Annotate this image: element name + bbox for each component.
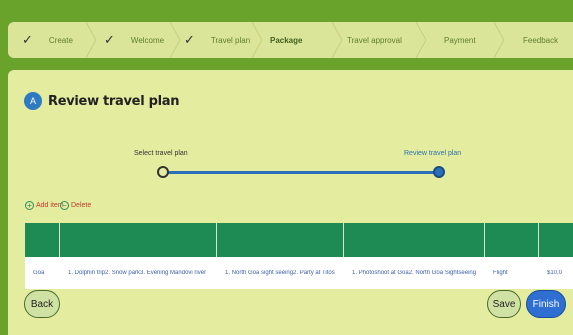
finish-button[interactable]: Finish: [526, 290, 566, 318]
step-separator: [494, 22, 505, 58]
progress-left-label: Select travel plan: [134, 150, 188, 157]
step-label: Feedback: [523, 35, 559, 45]
table-cell: $10,0: [547, 270, 563, 276]
content-panel: A Review travel plan Select travel plan …: [8, 70, 573, 335]
table-cell: 1. Dolphin trip2. Snow park3. Evening Ma…: [68, 270, 207, 276]
table-row[interactable]: Goa 1. Dolphin trip2. Snow park3. Evenin…: [25, 257, 573, 289]
check-icon: ✓: [104, 32, 115, 47]
step-travel-approval[interactable]: Travel approval: [347, 22, 402, 58]
delete-label: Delete: [71, 202, 92, 209]
step-separator: [170, 22, 181, 58]
progress-right-label: Review travel plan: [404, 150, 462, 157]
step-payment[interactable]: Payment: [444, 22, 476, 58]
step-label: Welcome: [130, 35, 165, 45]
table-cell: 1. Photoshoot at Goa2. North Goa Sightse…: [352, 270, 477, 276]
minus-icon: −: [60, 201, 69, 210]
step-separator: [252, 22, 263, 58]
table-cell: 1. North Goa sight seeing2. Party at Tit…: [225, 270, 335, 276]
progress-node-select[interactable]: [157, 166, 169, 178]
add-item-button[interactable]: + Add item: [25, 201, 64, 210]
column-header: [539, 223, 573, 257]
step-create[interactable]: ✓ Create: [22, 22, 73, 58]
step-label: Payment: [444, 35, 476, 45]
step-label: Travel plan: [210, 35, 251, 45]
progress-node-review[interactable]: [433, 166, 445, 178]
step-label: Create: [48, 35, 73, 45]
wizard-steps: ✓ Create ✓ Welcome ✓ Travel plan Package…: [8, 22, 573, 58]
check-icon: ✓: [184, 32, 195, 47]
column-header: [217, 223, 344, 257]
table-cell: Flight: [493, 270, 508, 276]
table-cell: Goa: [33, 270, 45, 276]
step-feedback[interactable]: Feedback: [523, 22, 558, 58]
step-separator: [86, 22, 97, 58]
column-header: [344, 223, 485, 257]
column-header: [25, 223, 60, 257]
page-title: Review travel plan: [48, 94, 180, 109]
progress-track: [163, 171, 439, 174]
column-header: [485, 223, 539, 257]
step-separator: [332, 22, 343, 58]
section-badge: A: [24, 92, 42, 110]
step-welcome[interactable]: ✓ Welcome: [104, 22, 164, 58]
step-label: Travel approval: [347, 35, 402, 45]
step-separator: [416, 22, 427, 58]
save-button[interactable]: Save: [487, 290, 521, 318]
step-label: Package: [270, 35, 303, 45]
step-travel-plan[interactable]: ✓ Travel plan: [184, 22, 250, 58]
check-icon: ✓: [22, 32, 33, 47]
column-header: [60, 223, 217, 257]
back-button[interactable]: Back: [24, 290, 60, 318]
plus-icon: +: [25, 201, 34, 210]
step-package[interactable]: Package: [270, 22, 302, 58]
delete-button[interactable]: − Delete: [60, 201, 91, 210]
table-header: [25, 223, 573, 257]
